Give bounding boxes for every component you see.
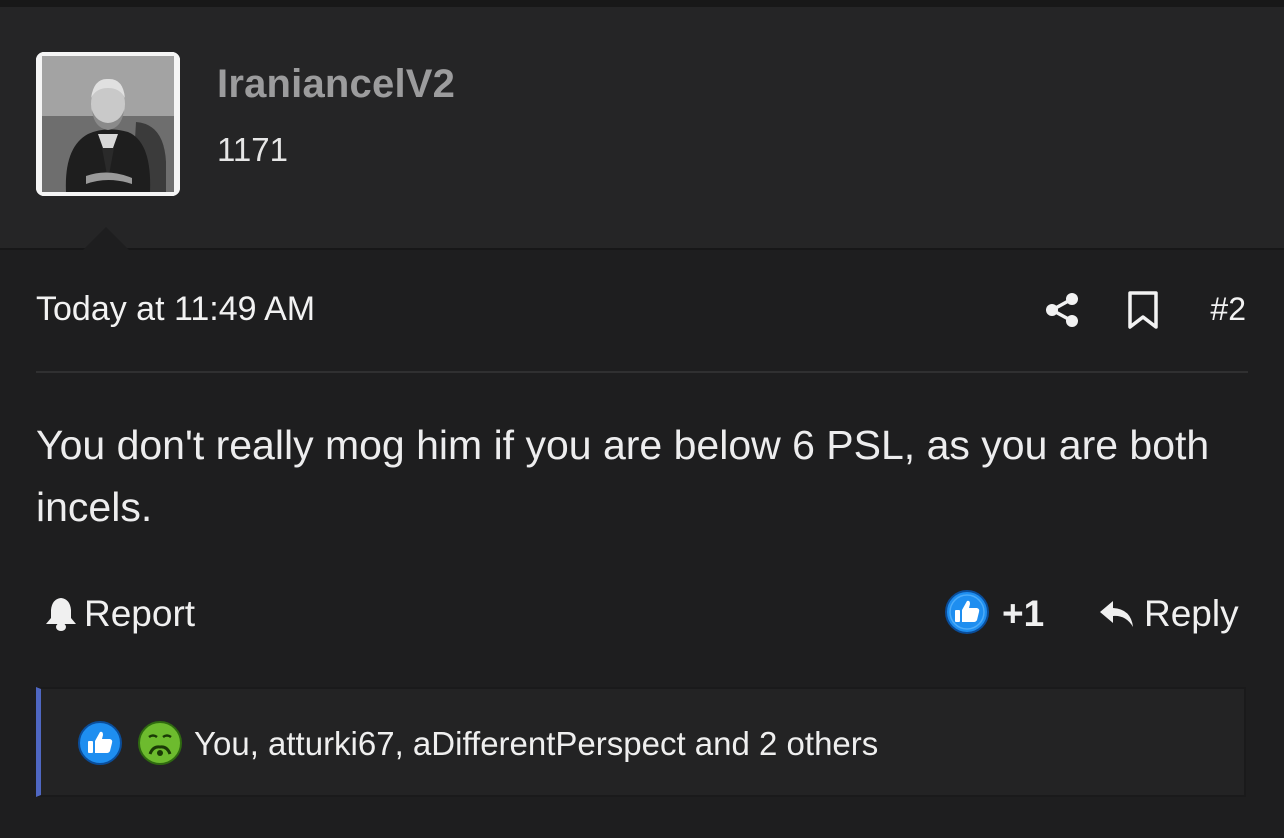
user-header: IraniancelV2 1171 xyxy=(0,7,1284,255)
share-icon[interactable] xyxy=(1042,290,1082,330)
reply-label: Reply xyxy=(1144,593,1239,634)
post-number-link[interactable]: #2 xyxy=(1210,291,1246,328)
report-button[interactable]: Report xyxy=(44,593,195,635)
top-border xyxy=(0,0,1284,7)
divider xyxy=(36,371,1248,373)
reaction-count[interactable]: +1 xyxy=(1002,593,1044,635)
bookmark-icon[interactable] xyxy=(1126,290,1160,330)
header-pointer xyxy=(78,227,134,255)
reply-button[interactable]: Reply xyxy=(1098,593,1239,635)
bell-icon xyxy=(46,598,76,631)
like-icon[interactable] xyxy=(944,589,990,635)
avatar-portrait-icon xyxy=(36,52,180,196)
avatar[interactable] xyxy=(36,52,180,196)
like-reaction-icon xyxy=(78,721,122,765)
reactions-summary[interactable]: You, atturki67, aDifferentPerspect and 2… xyxy=(36,687,1246,797)
reactions-summary-text: You, atturki67, aDifferentPerspect and 2… xyxy=(194,725,879,762)
post-count: 1171 xyxy=(217,131,288,168)
sick-face-icon xyxy=(138,721,182,765)
username[interactable]: IraniancelV2 xyxy=(217,62,455,107)
report-label: Report xyxy=(84,593,196,634)
post-timestamp[interactable]: Today at 11:49 AM xyxy=(36,290,315,329)
reply-arrow-icon xyxy=(1100,601,1133,627)
post-body: You don't really mog him if you are belo… xyxy=(36,422,1210,530)
